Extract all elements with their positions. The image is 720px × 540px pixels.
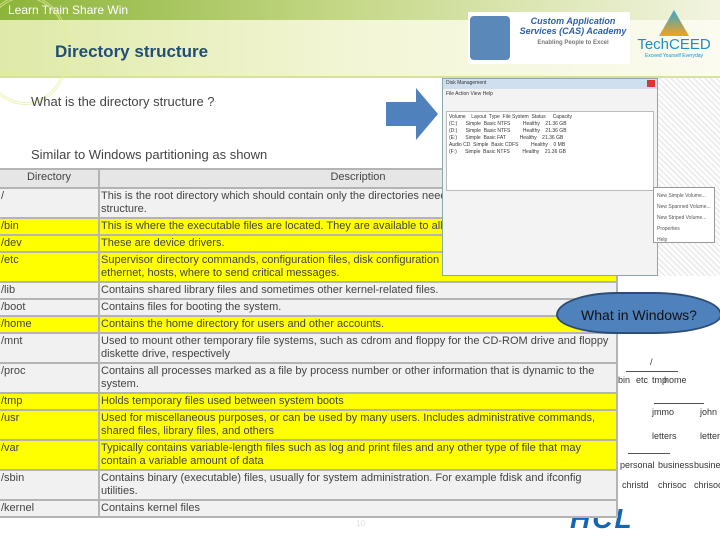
table-row: /home Contains the home directory for use…	[0, 315, 618, 334]
question-text: What is the directory structure ?	[31, 94, 215, 109]
directory-cell: /etc	[0, 251, 100, 283]
close-icon	[647, 80, 655, 87]
table-row: /usr Used for miscellaneous purposes, or …	[0, 409, 618, 441]
table-row: /kernel Contains kernel files	[0, 499, 618, 518]
menu-item: New Simple Volume...	[657, 193, 706, 199]
context-menu: New Simple Volume... New Spanned Volume..…	[653, 187, 715, 243]
directory-cell: /bin	[0, 217, 100, 236]
directory-cell: /	[0, 187, 100, 219]
directory-cell: /lib	[0, 281, 100, 300]
volume-list: Volume Layout Type File System Status Ca…	[446, 111, 654, 191]
table-row: /lib Contains shared library files and so…	[0, 281, 618, 300]
right-arrow-icon	[386, 88, 438, 140]
description-cell: Contains binary (executable) files, usua…	[98, 469, 618, 501]
directory-cell: /kernel	[0, 499, 100, 518]
table-row: /tmp Holds temporary files used between s…	[0, 392, 618, 411]
description-cell: Contains the home directory for users an…	[98, 315, 618, 334]
techceed-logo: TechCEED Exceed Yourself Everyday	[636, 10, 712, 59]
directory-tree-diagram: / binetctmphome jmmojohn lettersletters …	[618, 357, 720, 490]
hatched-background	[658, 78, 720, 276]
directory-cell: /dev	[0, 234, 100, 253]
description-cell: Contains all processes marked as a file …	[98, 362, 618, 394]
directory-cell: /mnt	[0, 332, 100, 364]
directory-cell: /home	[0, 315, 100, 334]
directory-cell: /var	[0, 439, 100, 471]
table-row: /mnt Used to mount other temporary file s…	[0, 332, 618, 364]
page-title: Directory structure	[55, 42, 209, 61]
description-cell: Used to mount other temporary file syste…	[98, 332, 618, 364]
table-row: /sbin Contains binary (executable) files,…	[0, 469, 618, 501]
directory-cell: /boot	[0, 298, 100, 317]
description-cell: Contains files for booting the system.	[98, 298, 618, 317]
column-header-directory: Directory	[0, 168, 100, 189]
table-row: /boot Contains files for booting the syst…	[0, 298, 618, 317]
directory-cell: /sbin	[0, 469, 100, 501]
description-cell: Holds temporary files used between syste…	[98, 392, 618, 411]
directory-cell: /proc	[0, 362, 100, 394]
description-cell: Typically contains variable-length files…	[98, 439, 618, 471]
description-cell: Contains shared library files and someti…	[98, 281, 618, 300]
disk-management-screenshot: Disk Management File Action View Help Vo…	[442, 78, 715, 276]
page-number: 10	[356, 519, 365, 528]
directory-cell: /usr	[0, 409, 100, 441]
callout-cloud: What in Windows?	[556, 292, 720, 334]
person-icon	[659, 10, 689, 36]
menu-item: New Striped Volume...	[657, 215, 707, 221]
table-row: /proc Contains all processes marked as a …	[0, 362, 618, 394]
menu-item: Help	[657, 237, 668, 243]
book-icon	[470, 16, 510, 60]
description-cell: Used for miscellaneous purposes, or can …	[98, 409, 618, 441]
cas-academy-logo: Custom Application Services (CAS) Academ…	[468, 12, 630, 64]
description-cell: Contains kernel files	[98, 499, 618, 518]
directory-cell: /tmp	[0, 392, 100, 411]
menu-item: New Spanned Volume...	[657, 204, 711, 210]
menu-item: Properties	[657, 226, 680, 232]
similar-text: Similar to Windows partitioning as shown	[31, 147, 268, 162]
slide-header: Learn Train Share Win Directory structur…	[0, 0, 720, 105]
table-row: /var Typically contains variable-length f…	[0, 439, 618, 471]
